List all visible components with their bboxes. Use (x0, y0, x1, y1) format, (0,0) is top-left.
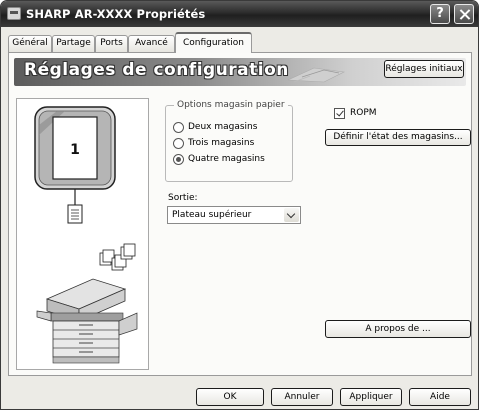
paper-tray-options-legend: Options magasin papier (174, 100, 288, 110)
title-bar[interactable]: SHARP AR-XXXX Propriétés ? (1, 1, 478, 27)
machine-diagram: 1 (34, 106, 138, 364)
window-title: SHARP AR-XXXX Propriétés (26, 7, 206, 21)
cancel-button[interactable]: Annuler (271, 388, 333, 406)
define-tray-status-button[interactable]: Définir l'état des magasins... (325, 129, 471, 146)
printer-illustration: 1 (16, 98, 149, 370)
chevron-down-icon[interactable] (284, 208, 299, 222)
printer-icon (7, 7, 21, 20)
printer-decoration-icon (287, 67, 346, 83)
radio-button[interactable] (173, 154, 184, 165)
ok-button[interactable]: OK (196, 388, 264, 406)
tab-avance[interactable]: Avancé (128, 35, 175, 52)
tab-configuration[interactable]: Configuration (175, 32, 252, 53)
tab-general[interactable]: Général (8, 35, 52, 52)
about-button[interactable]: A propos de ... (325, 320, 471, 338)
configuration-panel: Réglages de configuration Réglages initi… (8, 52, 472, 376)
close-icon[interactable] (454, 4, 474, 24)
radio-label: Quatre magasins (188, 154, 265, 164)
help-button[interactable]: Aide (409, 388, 471, 406)
radio-button[interactable] (173, 138, 184, 149)
tray-number: 1 (70, 142, 80, 158)
help-title-button[interactable]: ? (430, 4, 450, 24)
radio-button[interactable] (173, 122, 184, 133)
tab-partage[interactable]: Partage (52, 35, 95, 52)
apply-button[interactable]: Appliquer (340, 388, 402, 406)
output-value: Plateau supérieur (172, 210, 252, 220)
ropm-checkbox[interactable] (334, 108, 345, 119)
page-title: Réglages de configuration (24, 60, 289, 80)
paper-tray-options-group: Options magasin papier Deux magasins Tro… (165, 100, 293, 182)
ropm-label: ROPM (350, 108, 377, 118)
output-select[interactable]: Plateau supérieur (167, 206, 301, 224)
tab-ports[interactable]: Ports (95, 35, 128, 52)
output-label: Sortie: (168, 193, 198, 203)
properties-dialog: SHARP AR-XXXX Propriétés ? Général Parta… (0, 0, 479, 410)
radio-label: Deux magasins (188, 122, 258, 132)
radio-label: Trois magasins (188, 138, 255, 148)
initial-settings-button[interactable]: Réglages initiaux (384, 60, 464, 78)
